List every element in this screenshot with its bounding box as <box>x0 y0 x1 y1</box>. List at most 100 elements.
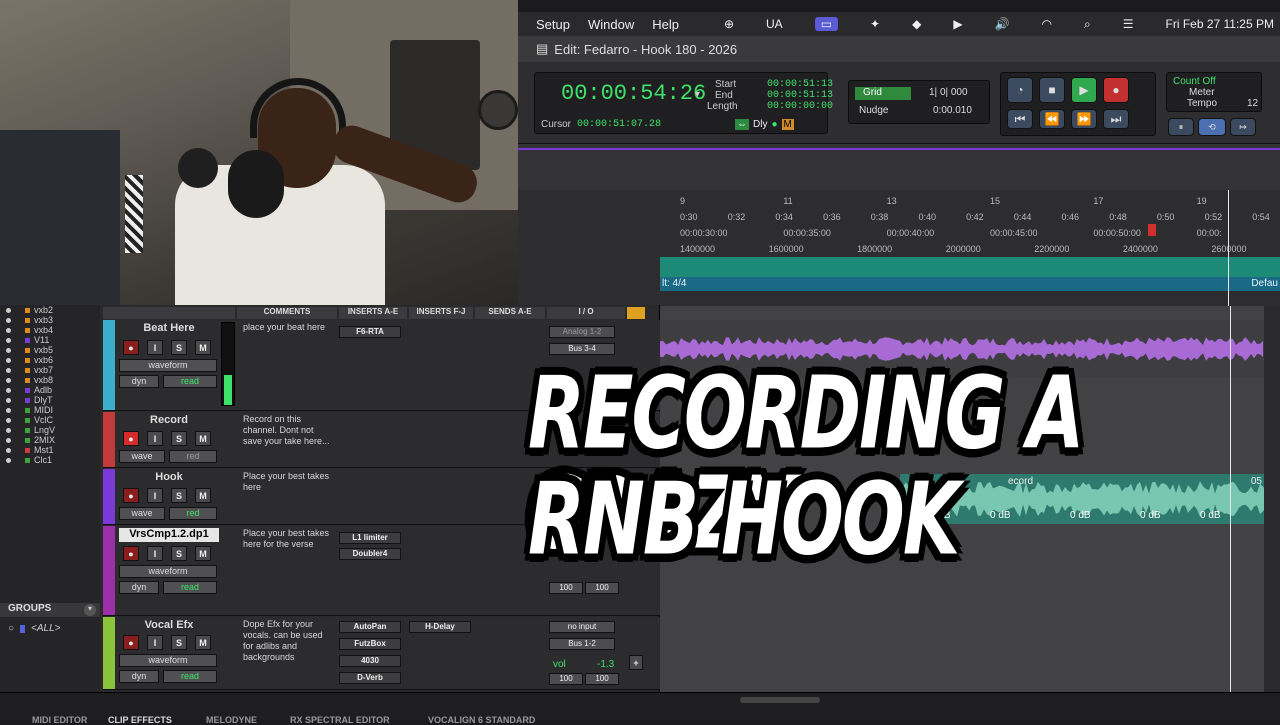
input-selector[interactable]: no input <box>549 621 615 633</box>
insert-slot[interactable]: F6-RTA <box>339 326 401 338</box>
ua-label[interactable]: UA <box>766 17 783 31</box>
stop-button[interactable]: ■ <box>1039 77 1065 103</box>
pan-left[interactable]: 100 <box>549 673 583 685</box>
menu-window[interactable]: Window <box>588 17 634 32</box>
visibility-dot-icon[interactable] <box>6 377 11 383</box>
view-selector[interactable]: waveform <box>119 654 217 667</box>
view-selector[interactable]: wave <box>119 450 165 463</box>
pause-icon[interactable]: ⏸ <box>1168 118 1194 136</box>
search-icon[interactable]: ⌕ <box>1084 17 1091 32</box>
track-name[interactable]: VrsCmp1.2.dp1 <box>119 528 219 542</box>
mute-button[interactable]: M <box>195 635 211 650</box>
control-center-icon[interactable]: ☰ <box>1123 17 1134 31</box>
tracklist-item[interactable]: 2MIX <box>6 435 55 445</box>
play-circle-icon[interactable]: ▶ <box>953 17 962 31</box>
tracklist-item[interactable]: V11 <box>6 335 49 345</box>
ua-logo-icon[interactable]: ◆ <box>912 17 921 31</box>
insert-slot[interactable]: FutzBox <box>339 638 401 650</box>
record-arm-button[interactable]: ● <box>123 635 139 650</box>
tracklist-item[interactable]: DlyT <box>6 395 53 405</box>
input-selector[interactable]: Analog 1-2 <box>549 326 615 338</box>
groups-menu-icon[interactable]: ▾ <box>84 604 96 616</box>
automation-selector[interactable]: read <box>163 581 217 594</box>
insert-slot[interactable]: AutoPan <box>339 621 401 633</box>
tracklist-item[interactable]: Mst1 <box>6 445 54 455</box>
meter-ruler[interactable]: lt: 4/4 Defau <box>660 277 1280 291</box>
play-button[interactable]: ▶ <box>1071 77 1097 103</box>
input-monitor-button[interactable]: I <box>147 488 163 503</box>
menu-help[interactable]: Help <box>652 17 679 32</box>
track-comment[interactable]: Place your best takes here for the verse <box>243 528 335 550</box>
visibility-dot-icon[interactable] <box>6 447 11 453</box>
loop-icon[interactable]: ⟲ <box>1198 118 1226 136</box>
output-selector[interactable]: Bus 1-2 <box>549 638 615 650</box>
track-comment[interactable]: Dope Efx for your vocals. can be used fo… <box>243 619 335 663</box>
visibility-dot-icon[interactable] <box>6 387 11 393</box>
insert-slot[interactable]: L1 limiter <box>339 532 401 544</box>
output-selector[interactable]: Bus 3-4 <box>549 343 615 355</box>
volume-icon[interactable]: 🔊 <box>995 17 1010 31</box>
automation-selector[interactable]: read <box>163 375 217 388</box>
header-comments[interactable]: COMMENTS <box>237 307 337 319</box>
solo-button[interactable]: S <box>171 488 187 503</box>
mute-button[interactable]: M <box>195 546 211 561</box>
solo-button[interactable]: S <box>171 431 187 446</box>
return-to-zero-button[interactable]: ⏮ <box>1007 109 1033 129</box>
pan-right[interactable]: 100 <box>585 673 619 685</box>
tracklist-item[interactable]: MIDI <box>6 405 53 415</box>
solo-button[interactable]: S <box>171 546 187 561</box>
solo-button[interactable]: S <box>171 635 187 650</box>
record-arm-button[interactable]: ● <box>123 340 139 355</box>
track-name[interactable]: Hook <box>119 471 219 485</box>
visibility-dot-icon[interactable] <box>6 367 11 373</box>
record-arm-button[interactable]: ● <box>123 431 139 446</box>
insert-slot[interactable]: D-Verb <box>339 672 401 684</box>
insert-slot[interactable]: Doubler4 <box>339 548 401 560</box>
tab-vocalign[interactable]: VOCALIGN 6 STANDARD <box>428 715 535 725</box>
tracklist-item[interactable]: vxb3 <box>6 315 53 325</box>
link-icon[interactable]: ⇔ <box>735 118 749 130</box>
automation-selector[interactable]: read <box>163 670 217 683</box>
track-name[interactable]: Beat Here <box>119 322 219 336</box>
header-inserts-fj[interactable]: INSERTS F-J <box>409 307 473 319</box>
rewind-button[interactable]: ⏪ <box>1039 109 1065 129</box>
tempo-label[interactable]: Tempo <box>1187 98 1217 109</box>
visibility-dot-icon[interactable] <box>6 437 11 443</box>
header-inserts-ae[interactable]: INSERTS A-E <box>339 307 407 319</box>
horizontal-scrollbar[interactable] <box>740 697 820 703</box>
visibility-dot-icon[interactable] <box>6 427 11 433</box>
visibility-dot-icon[interactable] <box>6 337 11 343</box>
app-icon[interactable]: ✦ <box>870 17 880 31</box>
main-counter[interactable]: 00:00:54:26 <box>561 81 706 106</box>
start-value[interactable]: 00:00:51:13 <box>767 79 833 90</box>
wifi-icon[interactable]: ◠ <box>1042 17 1052 31</box>
go-to-end-button[interactable]: ⏭ <box>1103 109 1129 129</box>
display-icon[interactable]: ▭ <box>814 17 839 31</box>
visibility-dot-icon[interactable] <box>6 347 11 353</box>
visibility-dot-icon[interactable] <box>6 407 11 413</box>
tab-rx-spectral-editor[interactable]: RX SPECTRAL EDITOR <box>290 715 390 725</box>
visibility-dot-icon[interactable] <box>6 357 11 363</box>
status-icon[interactable]: ⊕ <box>724 17 734 31</box>
record-arm-button[interactable]: ● <box>123 546 139 561</box>
group-all-row[interactable]: ○ <ALL> <box>8 623 61 634</box>
header-io[interactable]: I / O <box>547 307 625 319</box>
meter-label[interactable]: Meter <box>1189 87 1215 98</box>
track-name[interactable]: Record <box>119 414 219 428</box>
dyn-selector[interactable]: dyn <box>119 375 159 388</box>
record-button[interactable]: ● <box>1103 77 1129 103</box>
insert-slot[interactable]: 4030 <box>339 655 401 667</box>
dly-strip[interactable]: ⇔ Dly ● M <box>735 117 815 131</box>
input-monitor-button[interactable]: I <box>147 340 163 355</box>
tracklist-item[interactable]: vxb4 <box>6 325 53 335</box>
track-comment[interactable]: Record on this channel. Dont not save yo… <box>243 414 335 447</box>
track-comment[interactable]: Place your best takes here <box>243 471 335 493</box>
mute-button[interactable]: M <box>195 431 211 446</box>
nudge-value[interactable]: 0:00.010 <box>933 105 972 116</box>
length-value[interactable]: 00:00:00:00 <box>767 101 833 112</box>
visibility-dot-icon[interactable] <box>6 307 11 313</box>
view-selector[interactable]: waveform <box>119 565 217 578</box>
m-icon[interactable]: M <box>781 118 794 130</box>
header-sends-ae[interactable]: SENDS A-E <box>475 307 545 319</box>
visibility-dot-icon[interactable] <box>6 327 11 333</box>
